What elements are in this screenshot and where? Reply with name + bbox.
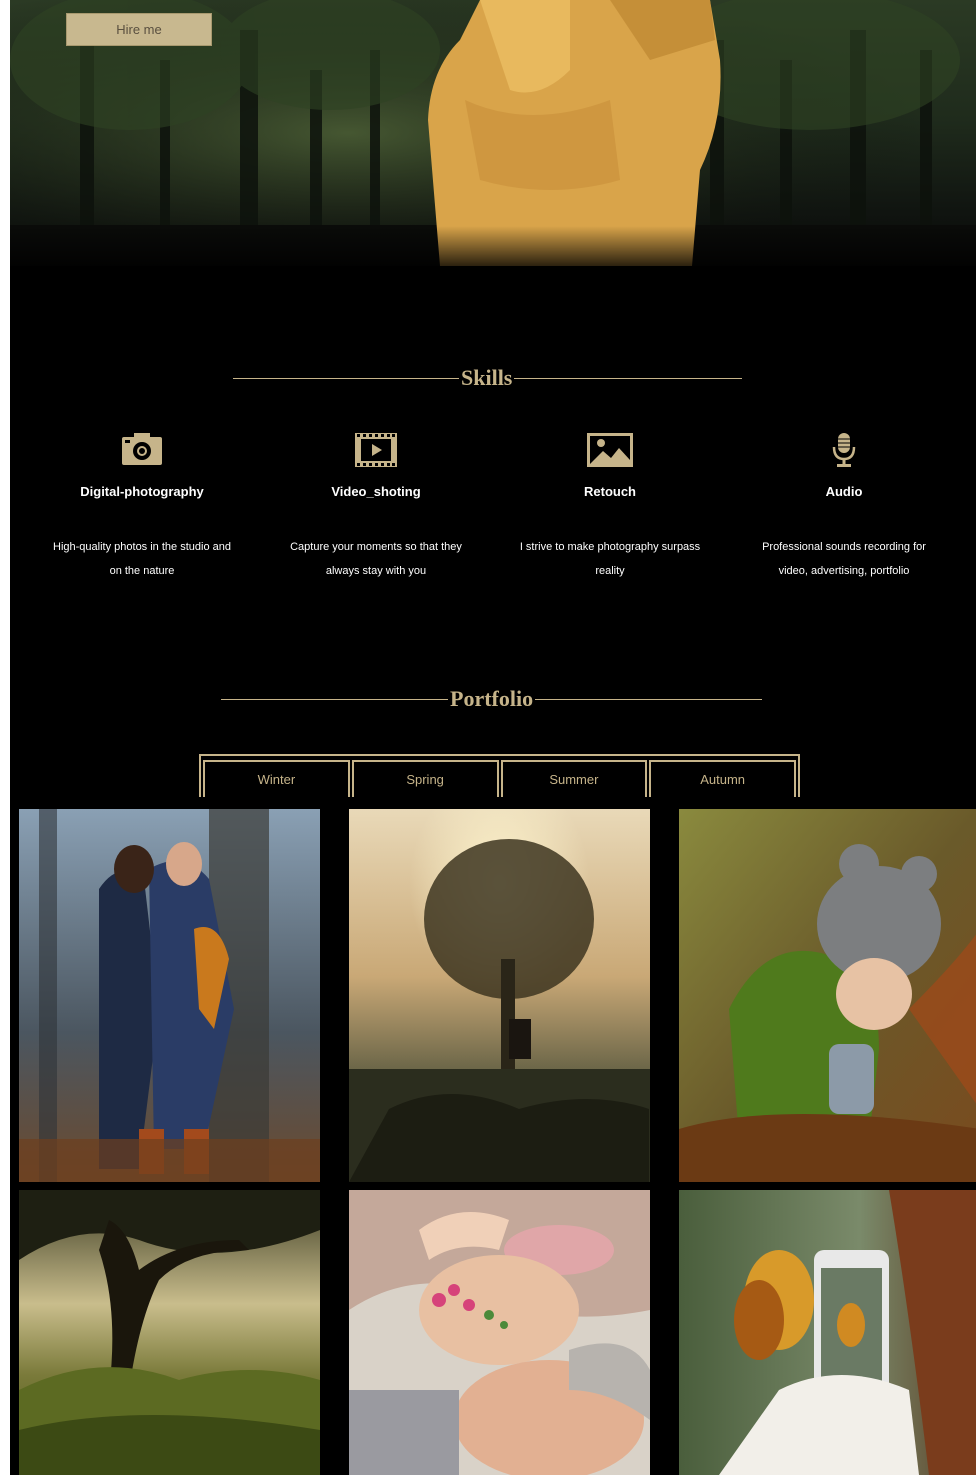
portfolio-heading: Portfolio [221,686,777,712]
camera-icon [25,432,259,468]
hire-me-button[interactable]: Hire me [66,13,212,46]
skill-description: I strive to make photography surpass rea… [493,535,727,583]
portfolio-title: Portfolio [450,686,534,711]
skill-audio: Audio Professional sounds recording for … [727,432,961,583]
portfolio-photo-tree-sunrise[interactable] [349,809,650,1182]
skill-name: Audio [825,484,863,499]
skill-description-line: video, advertising, portfolio [778,565,910,577]
skills-heading: Skills [233,365,753,391]
skills-title: Skills [461,365,513,390]
heading-line-right [535,698,763,700]
skill-retouch: Retouch I strive to make photography sur… [493,432,727,583]
skill-name: Digital-photography [80,484,204,499]
portfolio-tabs: Winter Spring Summer Autumn [199,754,800,797]
portfolio-photo-mossy-forest[interactable] [19,1190,320,1475]
heading-line-right [514,377,743,379]
skill-video-shoting: Video_shoting Capture your moments so th… [259,432,493,583]
hero-fade [10,226,976,266]
heading-line-left [233,377,459,379]
skill-description: Capture your moments so that they always… [259,535,493,583]
skill-description: Professional sounds recording for video,… [727,535,961,583]
skill-name: Retouch [584,484,636,499]
skill-description-line: Capture your moments so that they [290,541,462,553]
skill-digital-photography: Digital-photography High-quality photos … [25,432,259,583]
skill-description-line: High-quality photos in the studio and [53,541,231,553]
page: Hire me Skills Digital-photography High-… [10,0,976,1475]
tab-winter[interactable]: Winter [203,760,350,797]
hero-section: Hire me [10,0,976,266]
skill-description: High-quality photos in the studio and on… [25,535,259,583]
tab-autumn[interactable]: Autumn [649,760,796,797]
skill-description-line: on the nature [109,565,175,577]
portfolio-photo-couple-flowers[interactable] [349,1190,650,1475]
microphone-icon [727,432,961,468]
tab-spring[interactable]: Spring [351,760,499,797]
skill-description-line: I strive to make photography surpass [519,541,701,553]
tab-summer[interactable]: Summer [500,760,648,797]
video-icon [259,432,493,468]
skill-description-line: reality [595,565,625,577]
skill-description-line: always stay with you [325,565,427,577]
portfolio-photo-phone-autumn[interactable] [679,1190,976,1475]
skill-description-line: Professional sounds recording for [762,541,926,553]
portfolio-photo-couple[interactable] [19,809,320,1182]
image-icon [493,432,727,468]
skill-name: Video_shoting [331,484,421,499]
portfolio-photo-baby[interactable] [679,809,976,1182]
heading-line-left [221,698,448,700]
